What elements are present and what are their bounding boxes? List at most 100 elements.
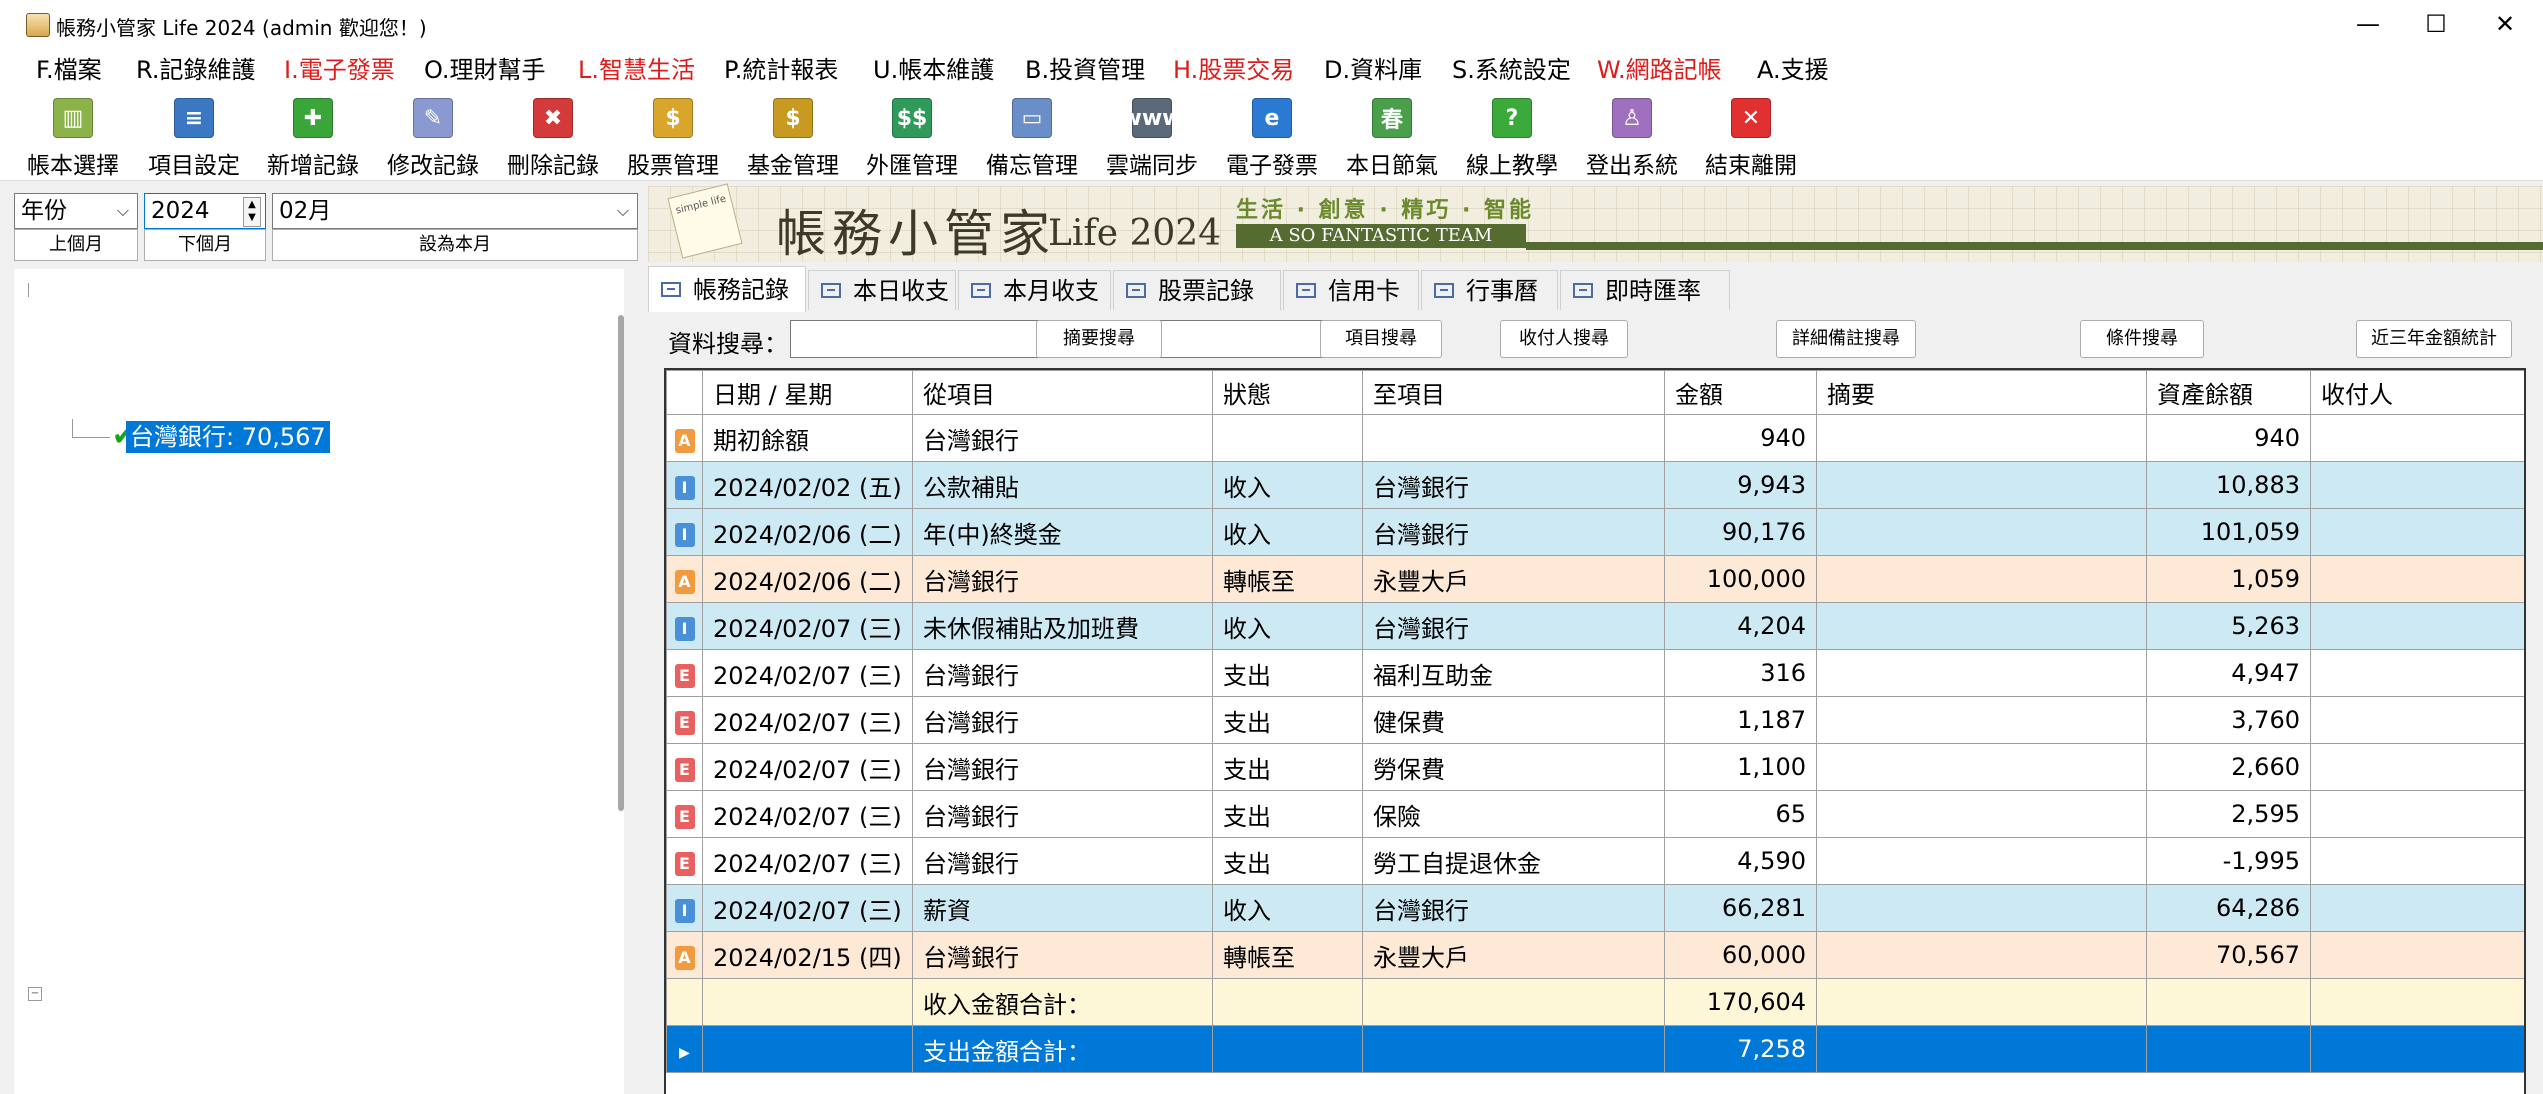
toolbar-button[interactable]: ♙ 登出系統 [1573,94,1691,179]
help-icon: ? [1492,98,1532,138]
toolbar-button[interactable]: $$ 外匯管理 [853,94,971,179]
tab-3[interactable]: 股票記錄 [1113,270,1281,310]
banner-subtitle: Life 2024 [1048,213,1222,254]
row-type-cell: E [666,837,703,885]
column-header[interactable]: 至項目 [1362,370,1665,415]
search-button[interactable]: 近三年金額統計 [2356,320,2512,358]
toolbar-button[interactable]: ≡ 項目設定 [135,94,253,179]
toolbar-button-label: 刪除記錄 [507,153,599,179]
cell-status: 收入 [1212,884,1363,932]
table-row[interactable]: E 2024/02/07 (三) 台灣銀行 支出 勞保費 1,100 2,660 [666,743,2524,791]
set-this-month-button[interactable]: 設為本月 [272,229,638,261]
minimize-button[interactable]: — [2333,6,2403,42]
toolbar-button[interactable]: ▭ 備忘管理 [973,94,1091,179]
column-header[interactable]: 資產餘額 [2146,370,2311,415]
toolbar-button[interactable]: ? 線上教學 [1453,94,1571,179]
tree-line [72,437,110,438]
tab-1[interactable]: 本日收支 [808,270,956,310]
toolbar-button[interactable]: ▥ 帳本選擇 [14,94,132,179]
cell-to: 保險 [1362,790,1665,838]
table-row[interactable]: E 2024/02/07 (三) 台灣銀行 支出 勞工自提退休金 4,590 -1,995 [666,837,2524,885]
column-header[interactable]: 摘要 [1816,370,2147,415]
tree-scrollbar[interactable] [618,315,624,811]
cell-amount: 66,281 [1664,884,1817,932]
tab-6[interactable]: 即時匯率 [1560,270,1730,310]
toolbar-button-label: 本日節氣 [1346,153,1438,179]
toolbar-button[interactable]: e 電子發票 [1213,94,1331,179]
column-header[interactable]: 從項目 [912,370,1213,415]
column-header[interactable]: 收付人 [2310,370,2524,415]
table-row[interactable]: A 2024/02/06 (二) 台灣銀行 轉帳至 永豐大戶 100,000 1,059 [666,555,2524,603]
tree-collapse-icon[interactable]: − [28,987,42,1001]
tab-0[interactable]: 帳務記錄 [648,266,806,312]
toolbar-button-label: 股票管理 [627,153,719,179]
cell-amount: 316 [1664,649,1817,697]
menu-item[interactable]: I.電子發票 [284,54,395,86]
table-icon [821,282,841,298]
column-header[interactable]: 狀態 [1212,370,1363,415]
table-row[interactable]: A 期初餘額 台灣銀行 940 940 [666,414,2524,462]
menu-item[interactable]: L.智慧生活 [578,54,695,86]
menu-item[interactable]: U.帳本維護 [873,54,994,86]
toolbar-button[interactable]: ✖ 刪除記錄 [494,94,612,179]
table-row[interactable]: A 2024/02/15 (四) 台灣銀行 轉帳至 永豐大戶 60,000 70,567 [666,931,2524,979]
account-tree[interactable]: ✔ 台灣銀行: 70,567 − [14,269,624,1094]
spin-arrows-icon[interactable]: ▲ ▼ [243,197,261,227]
close-button[interactable]: ✕ [2470,6,2540,42]
search-button[interactable]: 條件搜尋 [2080,320,2204,358]
menu-item[interactable]: F.檔案 [36,54,102,86]
menu-item[interactable]: S.系統設定 [1452,54,1571,86]
cell-from: 台灣銀行 [912,696,1213,744]
row-type-cell: I [666,884,703,932]
cell-status: 支出 [1212,743,1363,791]
toolbar-button[interactable]: ✎ 修改記錄 [374,94,492,179]
search-button[interactable]: 詳細備註搜尋 [1776,320,1916,358]
current-row-arrow-icon: ▶ [679,1045,690,1061]
menu-item[interactable]: H.股票交易 [1173,54,1294,86]
table-row[interactable]: E 2024/02/07 (三) 台灣銀行 支出 健保費 1,187 3,760 [666,696,2524,744]
search-button[interactable]: 項目搜尋 [1320,320,1442,358]
tab-5[interactable]: 行事曆 [1421,270,1558,310]
month-select[interactable]: 02月 ⌵ [272,193,638,229]
toolbar-button[interactable]: ✚ 新增記錄 [254,94,372,179]
search-label: 資料搜尋： [668,330,788,358]
column-header[interactable]: 金額 [1664,370,1817,415]
menu-item[interactable]: D.資料庫 [1324,54,1422,86]
menu-item[interactable]: B.投資管理 [1025,54,1145,86]
table-row[interactable]: I 2024/02/02 (五) 公款補貼 收入 台灣銀行 9,943 10,883 [666,461,2524,509]
tab-2[interactable]: 本月收支 [958,270,1111,310]
next-month-button[interactable]: 下個月 [144,229,266,261]
menu-item[interactable]: O.理財幫手 [424,54,546,86]
column-header[interactable] [666,370,703,415]
search-button[interactable]: 摘要搜尋 [1036,320,1162,358]
search-button[interactable]: 收付人搜尋 [1500,320,1628,358]
toolbar-button[interactable]: $ 基金管理 [734,94,852,179]
summary-row[interactable]: 收入金額合計： 170,604 [666,978,2524,1026]
table-row[interactable]: E 2024/02/07 (三) 台灣銀行 支出 保險 65 2,595 [666,790,2524,838]
banner-title: 帳務小管家 [776,205,1056,263]
year-stepper[interactable]: 2024 ▲ ▼ [144,193,266,229]
table-row[interactable]: I 2024/02/07 (三) 未休假補貼及加班費 收入 台灣銀行 4,204 5,263 [666,602,2524,650]
cell-to: 台灣銀行 [1362,461,1665,509]
tree-node-selected[interactable]: 台灣銀行: 70,567 [126,421,330,453]
menu-item[interactable]: R.記錄維護 [136,54,255,86]
prev-month-button[interactable]: 上個月 [14,229,138,261]
menu-item[interactable]: A.支援 [1757,54,1829,86]
table-row[interactable]: I 2024/02/06 (二) 年(中)終獎金 收入 台灣銀行 90,176 101,05… [666,508,2524,556]
toolbar-button[interactable]: ✕ 結束離開 [1692,94,1810,179]
tab-4[interactable]: 信用卡 [1283,270,1419,310]
maximize-button[interactable]: ☐ [2401,6,2471,42]
menu-item[interactable]: W.網路記帳 [1597,54,1722,86]
cell-date: 2024/02/02 (五) [702,461,913,509]
period-type-select[interactable]: 年份 ⌵ [14,193,138,229]
toolbar-button[interactable]: www 雲端同步 [1093,94,1211,179]
summary-row[interactable]: ▶ 支出金額合計： 7,258 [666,1025,2524,1073]
cell-from: 台灣銀行 [912,790,1213,838]
toolbar-button[interactable]: 春本日節氣 [1333,94,1451,179]
toolbar-button[interactable]: $ 股票管理 [614,94,732,179]
table-row[interactable]: E 2024/02/07 (三) 台灣銀行 支出 福利互助金 316 4,947 [666,649,2524,697]
column-header[interactable]: 日期 / 星期 [702,370,913,415]
monitor-icon: ▭ [1012,98,1052,138]
menu-item[interactable]: P.統計報表 [724,54,838,86]
table-row[interactable]: I 2024/02/07 (三) 薪資 收入 台灣銀行 66,281 64,286 [666,884,2524,932]
